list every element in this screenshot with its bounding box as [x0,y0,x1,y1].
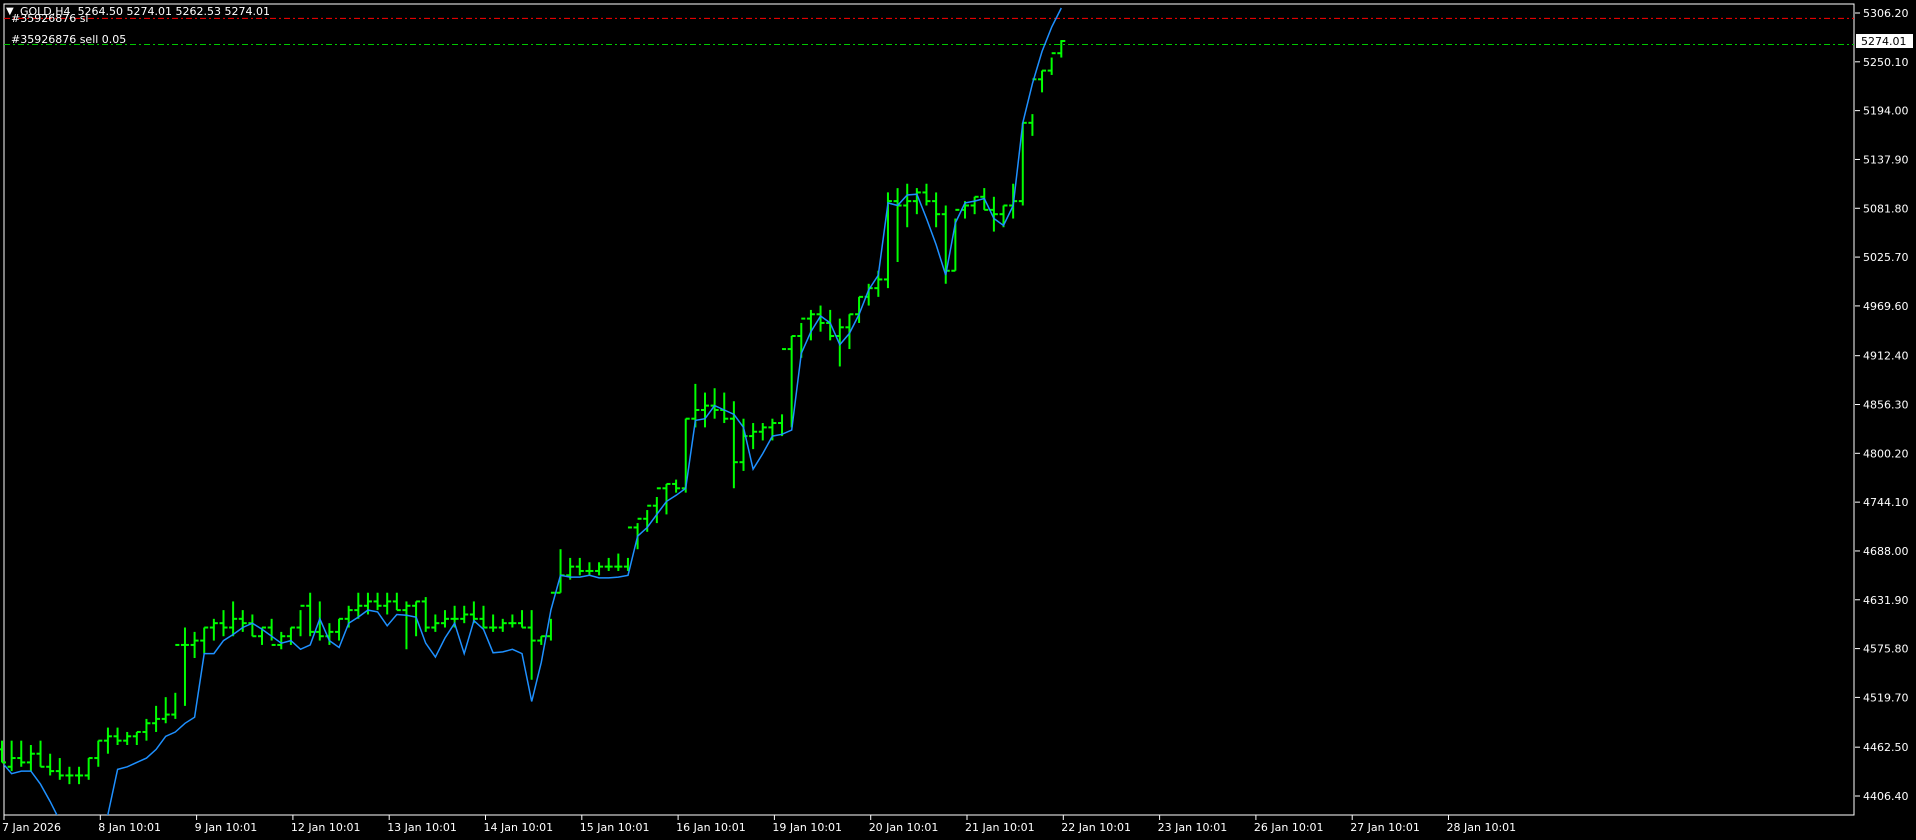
x-tick-label: 7 Jan 2026 [2,821,61,834]
x-tick-label: 21 Jan 10:01 [965,821,1035,834]
x-tick-label: 28 Jan 10:01 [1447,821,1517,834]
x-tick-label: 12 Jan 10:01 [291,821,361,834]
y-tick-label: 4744.10 [1863,496,1909,509]
y-tick-label: 4912.40 [1863,350,1909,363]
order-sell-label: #35926876 sell 0.05 [11,33,127,46]
y-tick-label: 4688.00 [1863,545,1909,558]
price-chart[interactable]: 5306.20 5250.10 5194.00 5137.90 5081.80 5025.… [0,0,1916,840]
y-tick-label: 5137.90 [1863,153,1909,166]
ohlc-readout: 5264.50 5274.01 5262.53 5274.01 [77,5,271,18]
y-tick-label: 4462.50 [1863,741,1909,754]
ma-line [4,7,1062,815]
y-tick-label: 5025.70 [1863,251,1909,264]
x-tick-label: 26 Jan 10:01 [1254,821,1324,834]
y-tick-label: 4406.40 [1863,790,1909,803]
y-tick-label: 4800.20 [1863,447,1909,460]
y-tick-label: 5194.00 [1863,105,1909,118]
y-tick-label: 5250.10 [1863,56,1909,69]
x-tick-label: 13 Jan 10:01 [387,821,457,834]
current-price-label: 5274.01 [1861,35,1907,48]
x-tick-label: 20 Jan 10:01 [869,821,939,834]
y-tick-label: 4631.90 [1863,594,1909,607]
y-tick-label: 4575.80 [1863,643,1909,656]
x-tick-label: 22 Jan 10:01 [1061,821,1131,834]
x-tick-label: 23 Jan 10:01 [1158,821,1228,834]
y-tick-label: 5306.20 [1863,7,1909,20]
x-tick-label: 14 Jan 10:01 [484,821,554,834]
y-tick-label: 4519.70 [1863,691,1909,704]
y-tick-label: 4856.30 [1863,399,1909,412]
x-tick-label: 9 Jan 10:01 [195,821,258,834]
x-tick-label: 16 Jan 10:01 [676,821,746,834]
y-tick-label: 4969.60 [1863,300,1909,313]
order-sl-label: #35926876 sl [11,12,89,25]
x-tick-label: 19 Jan 10:01 [772,821,842,834]
x-tick-label: 15 Jan 10:01 [580,821,650,834]
x-tick-label: 8 Jan 10:01 [98,821,161,834]
x-tick-label: 27 Jan 10:01 [1350,821,1420,834]
plot-frame [3,3,1855,816]
y-tick-label: 5081.80 [1863,202,1909,215]
